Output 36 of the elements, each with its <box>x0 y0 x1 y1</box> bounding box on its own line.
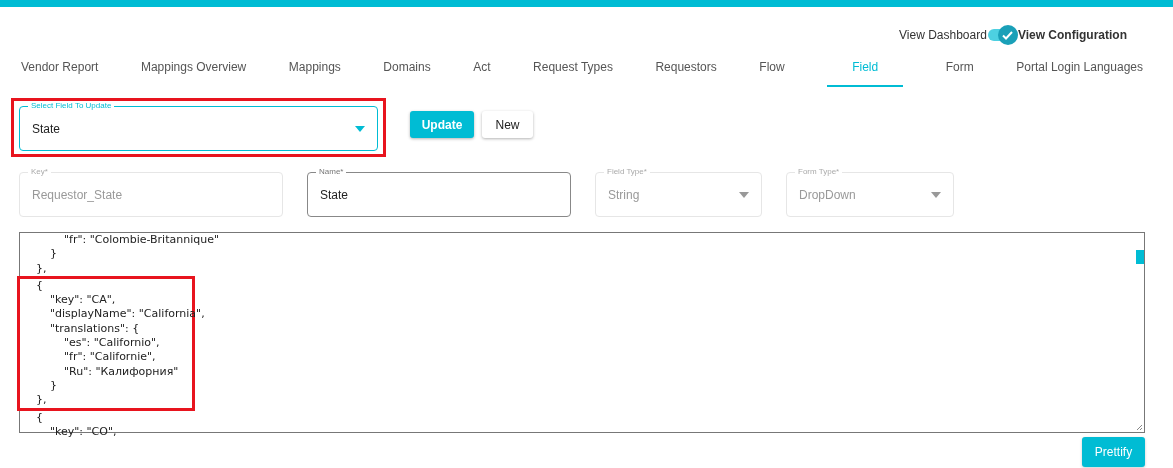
nav-tab[interactable]: Domains <box>383 51 431 87</box>
code-line: }, <box>35 261 47 276</box>
code-line: "key": "CA", <box>48 293 116 308</box>
code-line: } <box>48 378 57 394</box>
dropdown-caret-icon <box>931 191 941 198</box>
code-line: "es": "Californio", <box>62 336 160 351</box>
field-label: Form Type* <box>795 167 843 177</box>
code-line: } <box>48 247 57 262</box>
code-line: { <box>35 278 43 294</box>
field-label: Select Field To Update <box>28 101 115 111</box>
new-button[interactable]: New <box>482 111 533 138</box>
code-line: "fr": "Californie", <box>62 350 156 365</box>
nav-tab[interactable]: Flow <box>759 51 785 87</box>
check-icon <box>1002 30 1014 40</box>
code-line: "fr": "Colombie-Britannique" <box>62 233 219 248</box>
resize-handle-icon[interactable] <box>1136 424 1143 431</box>
nav-tab[interactable]: Act <box>473 51 491 87</box>
code-line: { <box>35 410 43 425</box>
code-line: "Ru": "Калифорния" <box>62 364 179 379</box>
nav-tab[interactable]: Requestors <box>655 51 717 87</box>
field-label: Key* <box>28 167 51 177</box>
code-line: }, <box>35 393 47 408</box>
dropdown-caret-icon <box>355 125 365 132</box>
code-line: "translations": { <box>48 321 140 337</box>
scrollbar-thumb[interactable] <box>1136 250 1144 264</box>
nav-tab[interactable]: Form <box>945 51 974 87</box>
field-label: Field Type* <box>604 167 650 177</box>
nav-tab[interactable]: Mappings <box>288 51 341 87</box>
nav-tab[interactable]: Mappings Overview <box>140 51 247 87</box>
field-label: Name* <box>316 167 347 177</box>
nav-tab[interactable]: Vendor Report <box>21 51 99 87</box>
nav-tab[interactable]: Request Types <box>533 51 613 87</box>
dropdown-caret-icon <box>739 191 749 198</box>
nav-tab[interactable]: Portal Login Languages <box>1016 51 1143 87</box>
switch-label: View Dashboard <box>899 28 987 42</box>
switch-label: View Configuration <box>1017 28 1127 42</box>
